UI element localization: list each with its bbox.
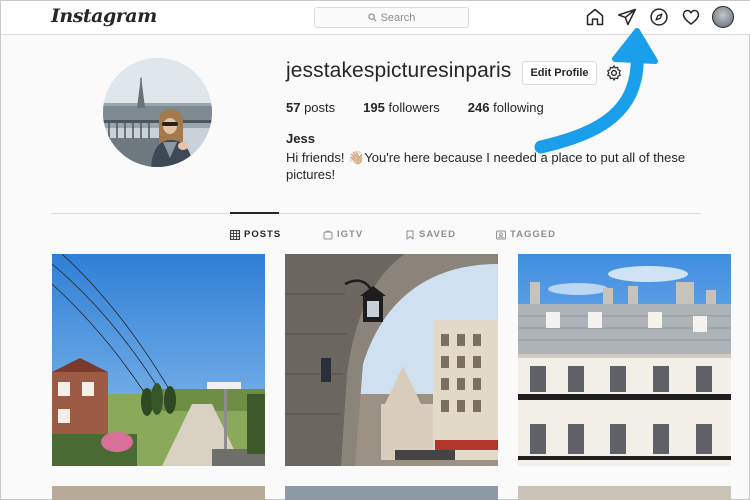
post-thumbnail[interactable]	[52, 486, 265, 500]
tab-posts[interactable]: POSTS	[230, 229, 281, 240]
followers-count-value: 195	[363, 100, 385, 115]
search-placeholder: Search	[380, 11, 416, 24]
edit-profile-button[interactable]: Edit Profile	[522, 61, 597, 85]
igtv-icon	[323, 229, 333, 239]
profile-username: jesstakespicturesinparis	[286, 59, 512, 82]
profile-avatar-icon[interactable]	[712, 6, 734, 28]
following-count[interactable]: 246 following	[468, 100, 544, 115]
tab-igtv-label: IGTV	[337, 229, 364, 240]
post-thumbnail[interactable]	[518, 486, 731, 500]
posts-count[interactable]: 57 posts	[286, 100, 335, 115]
instagram-logo[interactable]: Instagram	[51, 5, 157, 27]
post-thumbnail[interactable]	[52, 254, 265, 466]
tab-posts-label: POSTS	[244, 229, 282, 240]
bookmark-icon	[406, 230, 414, 239]
tab-saved-label: SAVED	[419, 229, 457, 240]
tab-tagged[interactable]: TAGGED	[496, 229, 556, 240]
direct-message-icon[interactable]	[617, 7, 637, 27]
tab-igtv[interactable]: IGTV	[323, 229, 363, 240]
tagged-person-icon	[496, 230, 506, 239]
profile-stats: 57 posts 195 followers 246 following	[286, 100, 572, 115]
tabs-divider	[51, 213, 701, 214]
post-thumbnail[interactable]	[518, 254, 731, 466]
followers-count-label: followers	[384, 100, 440, 115]
active-tab-indicator	[230, 212, 279, 214]
tab-tagged-label: TAGGED	[510, 229, 556, 240]
top-nav-bar: Instagram Search	[1, 1, 750, 35]
home-icon[interactable]	[585, 7, 605, 27]
post-thumbnail[interactable]	[285, 486, 498, 500]
grid-icon	[230, 229, 240, 240]
followers-count[interactable]: 195 followers	[363, 100, 440, 115]
profile-picture[interactable]	[103, 58, 212, 167]
post-thumbnail[interactable]	[285, 254, 498, 466]
activity-heart-icon[interactable]	[681, 7, 701, 27]
search-icon	[367, 13, 377, 22]
following-count-label: following	[489, 100, 544, 115]
explore-icon[interactable]	[649, 7, 669, 27]
settings-gear-icon[interactable]	[605, 64, 623, 82]
following-count-value: 246	[467, 100, 490, 115]
search-input[interactable]: Search	[314, 7, 469, 28]
profile-full-name: Jess	[286, 131, 315, 146]
posts-count-value: 57	[286, 100, 301, 115]
posts-count-label: posts	[300, 100, 336, 115]
tab-saved[interactable]: SAVED	[405, 229, 456, 240]
profile-bio: Hi friends! 👋🏼You're here because I need…	[286, 150, 686, 182]
